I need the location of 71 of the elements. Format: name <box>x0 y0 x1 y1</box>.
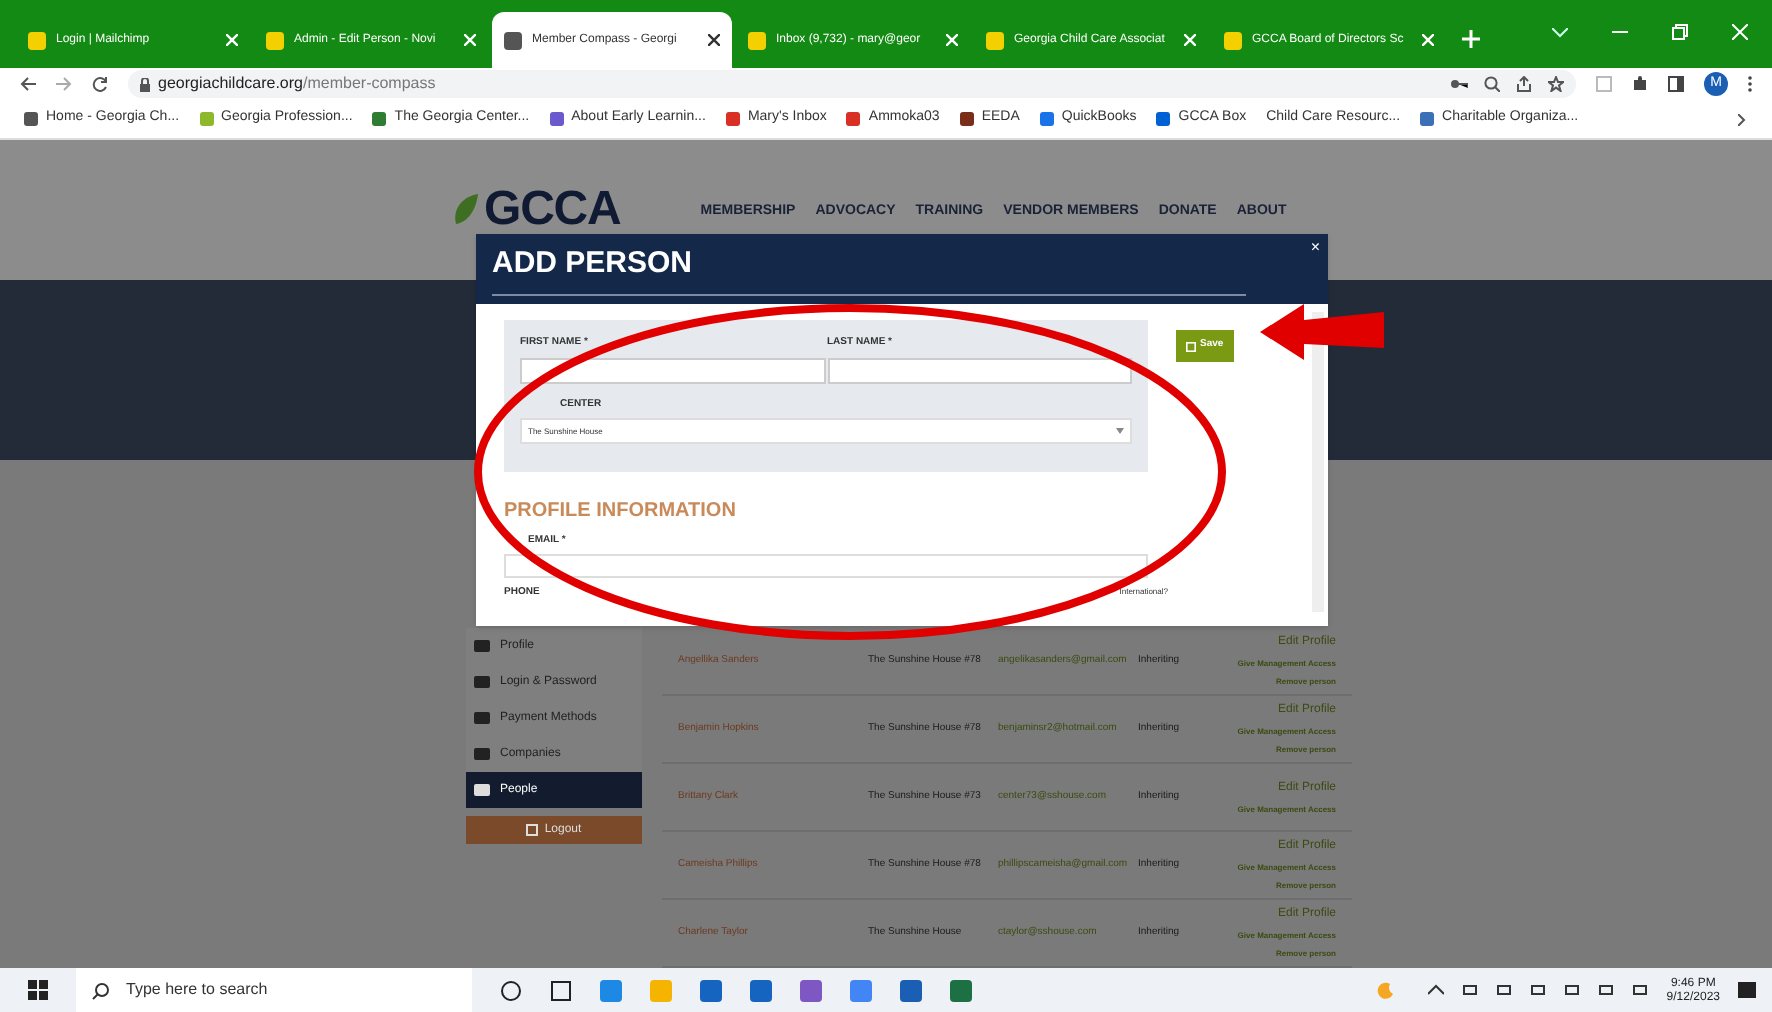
taskbar-app-icon <box>700 979 722 1001</box>
caret-icon <box>1116 428 1124 434</box>
bookmark-favicon-icon <box>199 112 214 126</box>
minimize-icon <box>1612 30 1628 34</box>
input-field[interactable] <box>504 553 1148 577</box>
page-icon <box>1224 31 1242 49</box>
bookmark-favicon-icon <box>372 112 387 126</box>
search-icon <box>92 981 110 999</box>
taskbar-app-icon <box>950 979 972 1001</box>
zoom-icon <box>1484 76 1500 92</box>
address-bar[interactable]: georgiachildcare.org/member-compass <box>128 70 1576 98</box>
forward-icon <box>56 76 72 92</box>
bookmark-favicon-icon <box>725 112 740 126</box>
logout-icon <box>526 824 539 836</box>
taskbar-app-icon <box>650 979 672 1001</box>
taskbar-app-icon <box>900 979 922 1001</box>
bookmark-favicon-icon <box>24 112 38 126</box>
close-icon <box>226 34 238 46</box>
input-field[interactable] <box>827 357 1132 383</box>
taskbar-app-icon <box>800 979 822 1001</box>
menu-item-icon <box>474 712 490 724</box>
save-icon <box>1186 341 1196 351</box>
annotation-arrow-drawing <box>1256 300 1388 364</box>
chevron-right-icon <box>1738 113 1748 125</box>
share-icon <box>1516 76 1532 92</box>
close-icon <box>946 34 958 46</box>
side-panel-icon <box>1668 76 1684 92</box>
plus-icon <box>1462 30 1480 48</box>
bookmark-favicon-icon <box>549 112 564 126</box>
bookmark-favicon-icon <box>959 112 974 126</box>
menu-item-icon <box>474 676 490 688</box>
bookmark-favicon-icon <box>1420 112 1435 126</box>
page-icon <box>504 31 522 49</box>
reload-icon <box>92 76 108 92</box>
bookmark-favicon-icon <box>1156 112 1171 126</box>
windows-start-icon <box>28 980 48 1000</box>
lock-icon <box>140 77 150 91</box>
close-icon <box>1732 24 1748 40</box>
page-icon <box>986 31 1004 49</box>
close-icon <box>708 34 720 46</box>
star-icon <box>1548 76 1564 92</box>
taskbar-app-icon <box>600 979 622 1001</box>
moon-icon <box>1376 981 1395 999</box>
page-icon <box>28 31 46 49</box>
chevron-down-icon <box>1552 27 1568 37</box>
taskbar-app-icon <box>750 979 772 1001</box>
menu-item-icon <box>474 748 490 760</box>
restore-icon <box>1672 24 1688 40</box>
puzzle-icon <box>1632 76 1648 92</box>
close-button[interactable]: × <box>1310 236 1320 260</box>
taskbar-app-icon <box>850 979 872 1001</box>
section-heading: PROFILE INFORMATION <box>504 498 736 526</box>
bookmark-favicon-icon <box>1039 112 1054 126</box>
taskbar-search-field[interactable]: Type here to search <box>76 968 472 1012</box>
leaf-logo-icon <box>452 192 480 228</box>
close-icon <box>1184 34 1196 46</box>
taskbar-app-icon <box>500 979 522 1001</box>
url-text: georgiachildcare.org/member-compass <box>158 72 436 96</box>
page-icon <box>748 31 766 49</box>
back-icon <box>20 76 36 92</box>
menu-item-icon <box>474 784 490 796</box>
key-icon <box>1450 78 1468 90</box>
close-icon <box>464 34 476 46</box>
taskbar-app-icon <box>550 979 572 1001</box>
menu-item-icon <box>474 640 490 652</box>
close-icon <box>1422 34 1434 46</box>
chevron-up-icon <box>1428 982 1445 998</box>
input-field[interactable] <box>520 357 825 383</box>
modal-title: ADD PERSON <box>492 244 695 284</box>
bookmark-favicon-icon <box>846 112 861 126</box>
page-icon <box>266 31 284 49</box>
